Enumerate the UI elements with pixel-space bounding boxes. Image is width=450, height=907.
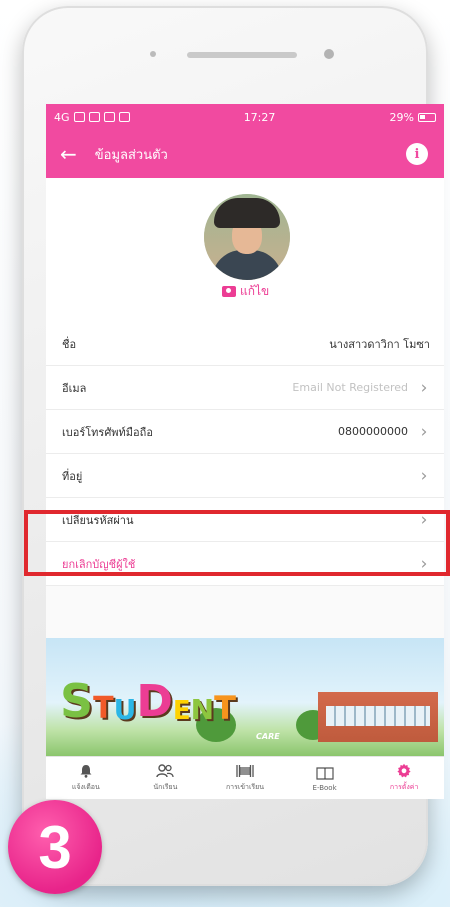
edit-photo-label: แก้ไข [240,284,270,298]
info-icon[interactable]: i [406,143,428,165]
field-row-address[interactable]: ที่อยู่ › [46,454,444,498]
network-indicator: 4G [54,110,70,124]
chevron-right-icon: › [420,377,428,398]
step-number-badge: 3 [8,800,102,894]
chevron-right-icon: › [420,465,428,486]
tab-attendance[interactable]: การเข้าเรียน [205,757,285,799]
gallery-icon [103,112,115,122]
logo-letter: N [190,693,215,726]
app-header: ← ข้อมูลส่วนตัว i [46,130,444,178]
tab-students[interactable]: นักเรียน [126,757,206,799]
logo-letter: T [93,691,114,726]
chevron-right-icon: › [420,421,428,442]
field-label: ที่อยู่ [62,469,83,483]
field-label: อีเมล [62,381,87,395]
back-arrow-icon[interactable]: ← [60,144,77,164]
gear-icon [395,763,413,779]
tab-label: การเข้าเรียน [225,783,265,791]
tab-ebook[interactable]: E-Book [285,757,365,799]
logo-letter: T [214,689,236,727]
profile-section: แก้ไข [46,178,444,322]
edit-photo-button[interactable]: แก้ไข [222,282,269,301]
book-icon [315,765,334,781]
tab-label: การตั้งค่า [389,783,419,791]
tab-label: แจ้งเตือน [71,783,100,791]
field-value: Email Not Registered [292,381,408,394]
banner-logo: S T U D E N T [60,678,236,724]
school-building [318,692,438,742]
sensor-dot [150,51,156,57]
logo-letter: E [172,696,191,726]
tab-settings[interactable]: การตั้งค่า [364,757,444,799]
field-row-phone[interactable]: เบอร์โทรศัพท์มือถือ 0800000000 › [46,410,444,454]
field-value: 0800000000 [338,425,408,438]
app-screen: 4G 17:27 29% ← ข้อมูลส่วนตัว i แก้ไข ชื่… [46,104,444,799]
battery-percent: 29% [389,110,414,124]
notification-icon [88,112,100,122]
front-camera [324,49,334,59]
student-care-banner: S T U D E N T CARE [46,638,444,756]
students-icon [156,763,175,779]
earpiece-speaker [187,52,297,58]
banner-tag: CARE [256,732,280,741]
bell-icon [77,763,95,779]
logo-letter: U [113,693,137,726]
bottom-tab-bar: แจ้งเตือน นักเรียน การเข้าเรียน E-Book ก… [46,756,444,799]
page-title: ข้อมูลส่วนตัว [94,147,168,163]
barcode-icon [236,763,254,779]
tab-label: นักเรียน [153,783,178,791]
camera-icon [222,286,236,297]
field-row-email[interactable]: อีเมล Email Not Registered › [46,366,444,410]
mail-icon [118,112,130,122]
logo-letter: D [136,676,173,727]
avatar [204,194,290,280]
chat-icon [73,112,85,122]
status-bar: 4G 17:27 29% [46,104,444,130]
field-label: ชื่อ [62,337,77,351]
logo-letter: S [60,674,94,728]
tab-label: E-Book [312,783,337,792]
field-row-name: ชื่อ นางสาวดาวิกา โมซา [46,322,444,366]
status-time: 17:27 [243,110,276,124]
field-label: เบอร์โทรศัพท์มือถือ [62,425,153,439]
field-value: นางสาวดาวิกา โมซา [329,337,430,351]
tab-notifications[interactable]: แจ้งเตือน [46,757,126,799]
battery-icon [418,112,436,122]
change-password-highlight [24,510,450,576]
